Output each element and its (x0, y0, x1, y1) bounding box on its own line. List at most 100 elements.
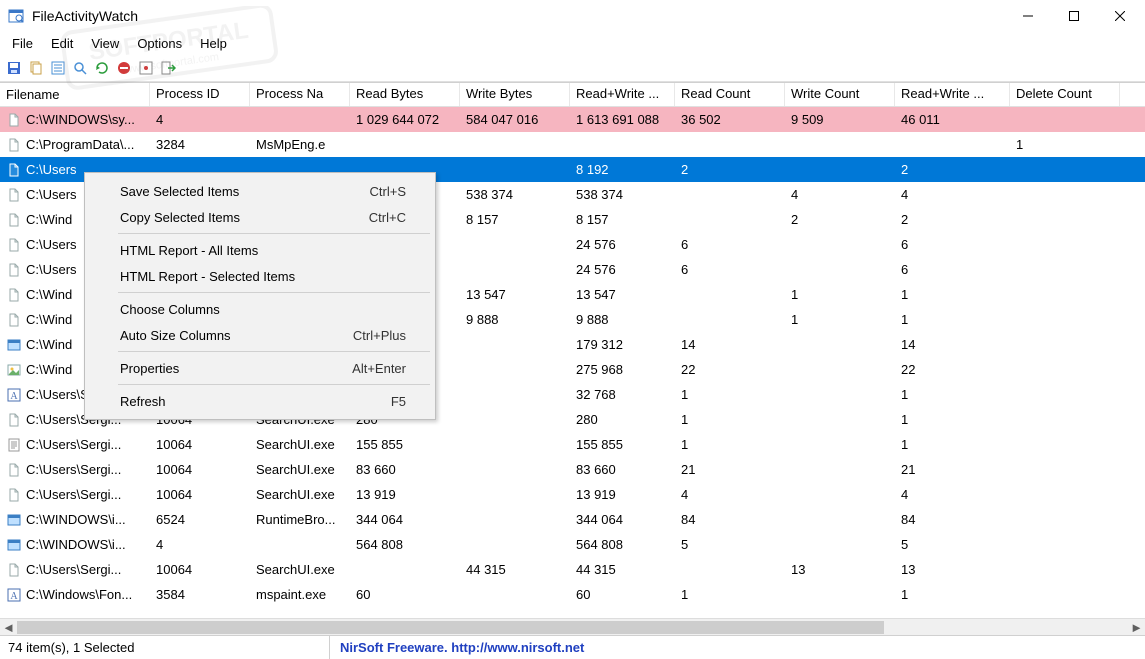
col-read-write-bytes[interactable]: Read+Write ... (570, 83, 675, 106)
cell-read-count: 6 (675, 237, 785, 252)
menu-edit[interactable]: Edit (43, 34, 81, 53)
context-menu-label: Refresh (120, 394, 166, 409)
file-icon (6, 487, 22, 503)
context-menu-label: HTML Report - Selected Items (120, 269, 295, 284)
table-row[interactable]: C:\ProgramData\...3284MsMpEng.e1 (0, 132, 1145, 157)
file-icon (6, 312, 22, 328)
cell-rw-count: 46 011 (895, 112, 1010, 127)
table-row[interactable]: C:\Users\Sergi...10064SearchUI.exe13 919… (0, 482, 1145, 507)
cell-rw-bytes: 60 (570, 587, 675, 602)
save-icon[interactable] (4, 58, 24, 78)
filename-text: C:\Users\Sergi... (26, 562, 121, 577)
status-credits[interactable]: NirSoft Freeware. http://www.nirsoft.net (330, 636, 1145, 659)
menu-options[interactable]: Options (129, 34, 190, 53)
menu-view[interactable]: View (83, 34, 127, 53)
menu-file[interactable]: File (4, 34, 41, 53)
grid-header[interactable]: Filename Process ID Process Na Read Byte… (0, 83, 1145, 107)
horizontal-scrollbar[interactable]: ◄ ► (0, 618, 1145, 635)
minimize-button[interactable] (1005, 1, 1051, 31)
cell-write-count: 13 (785, 562, 895, 577)
table-row[interactable]: C:\Users\Sergi...10064SearchUI.exe83 660… (0, 457, 1145, 482)
cell-read-bytes: 564 808 (350, 537, 460, 552)
col-write-bytes[interactable]: Write Bytes (460, 83, 570, 106)
properties-icon[interactable] (48, 58, 68, 78)
filename-text: C:\ProgramData\... (26, 137, 134, 152)
context-menu-item[interactable]: Auto Size Columns Ctrl+Plus (88, 322, 432, 348)
cell-read-count: 2 (675, 162, 785, 177)
exit-icon[interactable] (158, 58, 178, 78)
context-menu-label: Properties (120, 361, 179, 376)
context-menu-separator (118, 384, 430, 385)
cell-read-count: 1 (675, 412, 785, 427)
options-icon[interactable] (136, 58, 156, 78)
copy-icon[interactable] (26, 58, 46, 78)
file-icon (6, 512, 22, 528)
col-process-id[interactable]: Process ID (150, 83, 250, 106)
col-filename[interactable]: Filename (0, 83, 150, 106)
col-process-name[interactable]: Process Na (250, 83, 350, 106)
app-icon (8, 8, 24, 24)
stop-icon[interactable] (114, 58, 134, 78)
context-menu-separator (118, 233, 430, 234)
cell-rw-count: 1 (895, 287, 1010, 302)
cell-write-count: 2 (785, 212, 895, 227)
svg-text:A: A (10, 591, 18, 602)
cell-rw-bytes: 344 064 (570, 512, 675, 527)
col-read-bytes[interactable]: Read Bytes (350, 83, 460, 106)
scroll-right-arrow-icon[interactable]: ► (1128, 619, 1145, 636)
cell-write-bytes: 538 374 (460, 187, 570, 202)
cell-rw-count: 5 (895, 537, 1010, 552)
refresh-icon[interactable] (92, 58, 112, 78)
col-read-count[interactable]: Read Count (675, 83, 785, 106)
cell-read-bytes: 83 660 (350, 462, 460, 477)
filename-text: C:\WINDOWS\i... (26, 537, 126, 552)
cell-pname: SearchUI.exe (250, 487, 350, 502)
context-menu-item[interactable]: Save Selected Items Ctrl+S (88, 178, 432, 204)
menu-help[interactable]: Help (192, 34, 235, 53)
file-icon (6, 287, 22, 303)
cell-write-bytes: 584 047 016 (460, 112, 570, 127)
cell-rw-bytes: 44 315 (570, 562, 675, 577)
table-row[interactable]: C:\Users\Sergi...10064SearchUI.exe155 85… (0, 432, 1145, 457)
cell-read-count: 14 (675, 337, 785, 352)
filename-text: C:\Wind (26, 287, 72, 302)
close-button[interactable] (1097, 1, 1143, 31)
filename-text: C:\Wind (26, 312, 72, 327)
context-menu-item[interactable]: Copy Selected ItemsCtrl+C (88, 204, 432, 230)
cell-filename: C:\WINDOWS\sy... (0, 112, 150, 128)
col-read-write-count[interactable]: Read+Write ... (895, 83, 1010, 106)
table-row[interactable]: C:\WINDOWS\sy...41 029 644 072584 047 01… (0, 107, 1145, 132)
context-menu-shortcut: Ctrl+S (370, 184, 406, 199)
context-menu-item[interactable]: HTML Report - All Items (88, 237, 432, 263)
col-delete-count[interactable]: Delete Count (1010, 83, 1120, 106)
cell-rw-bytes: 13 919 (570, 487, 675, 502)
cell-pid: 3284 (150, 137, 250, 152)
cell-rw-count: 4 (895, 187, 1010, 202)
cell-read-count: 5 (675, 537, 785, 552)
table-row[interactable]: C:\Users\Sergi...10064SearchUI.exe44 315… (0, 557, 1145, 582)
cell-rw-bytes: 13 547 (570, 287, 675, 302)
maximize-button[interactable] (1051, 1, 1097, 31)
context-menu-label: Auto Size Columns (120, 328, 231, 343)
cell-rw-bytes: 83 660 (570, 462, 675, 477)
file-icon (6, 162, 22, 178)
table-row[interactable]: AC:\Windows\Fon...3584mspaint.exe606011 (0, 582, 1145, 607)
table-row[interactable]: C:\WINDOWS\i...6524RuntimeBro...344 0643… (0, 507, 1145, 532)
context-menu-shortcut: Ctrl+Plus (353, 328, 406, 343)
context-menu-item[interactable]: Choose Columns (88, 296, 432, 322)
context-menu-label: Save Selected Items (120, 184, 239, 199)
scroll-left-arrow-icon[interactable]: ◄ (0, 619, 17, 636)
filename-text: C:\Windows\Fon... (26, 587, 132, 602)
context-menu-item[interactable]: RefreshF5 (88, 388, 432, 414)
context-menu-item[interactable]: PropertiesAlt+Enter (88, 355, 432, 381)
table-row[interactable]: C:\WINDOWS\i...4564 808564 80855 (0, 532, 1145, 557)
cell-read-count: 1 (675, 437, 785, 452)
cell-pname: mspaint.exe (250, 587, 350, 602)
filename-text: C:\WINDOWS\sy... (26, 112, 135, 127)
scroll-thumb[interactable] (17, 621, 884, 634)
context-menu-item[interactable]: HTML Report - Selected Items (88, 263, 432, 289)
col-write-count[interactable]: Write Count (785, 83, 895, 106)
filename-text: C:\Users\Sergi... (26, 462, 121, 477)
find-icon[interactable] (70, 58, 90, 78)
scroll-track[interactable] (17, 619, 1128, 635)
